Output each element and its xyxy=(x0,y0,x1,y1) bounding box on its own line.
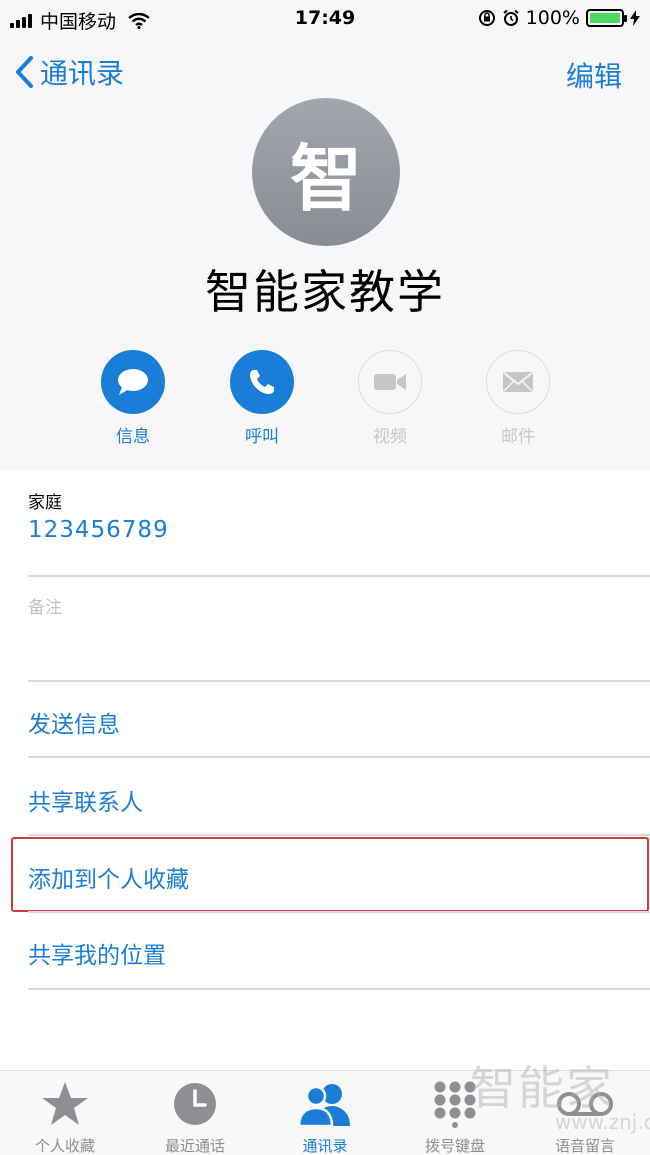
tab-keypad[interactable]: 拨号键盘 xyxy=(390,1079,520,1155)
edit-button[interactable]: 编辑 xyxy=(566,55,622,95)
back-label: 通讯录 xyxy=(40,57,125,90)
divider xyxy=(28,834,650,836)
battery-percent: 100% xyxy=(525,7,580,29)
mail-action-circle xyxy=(486,350,550,414)
send-message-option[interactable]: 发送信息 xyxy=(28,705,120,739)
avatar: 智 xyxy=(252,98,400,246)
tab-voicemail[interactable]: 语音留言 xyxy=(520,1079,650,1155)
video-action-circle xyxy=(358,350,422,414)
tab-voicemail-label: 语音留言 xyxy=(554,1137,615,1155)
phone-icon xyxy=(250,370,274,394)
call-action-circle xyxy=(230,350,294,414)
call-action-button[interactable]: 呼叫 xyxy=(229,350,295,447)
tab-contacts[interactable]: 通讯录 xyxy=(260,1079,390,1155)
message-icon xyxy=(118,369,148,395)
phone-number-link[interactable]: 123456789 xyxy=(28,517,169,543)
message-action-label: 信息 xyxy=(116,427,150,447)
contact-name: 智能家教学 xyxy=(205,265,445,319)
rotation-lock-icon xyxy=(478,10,495,26)
status-right: 100% xyxy=(478,7,640,29)
clock-icon xyxy=(174,1083,216,1125)
battery-fill xyxy=(590,13,620,23)
video-action-button[interactable]: 视频 xyxy=(357,350,423,447)
keypad-icon xyxy=(434,1081,476,1128)
battery-icon xyxy=(586,9,627,27)
call-action-label: 呼叫 xyxy=(245,427,279,447)
message-action-button[interactable]: 信息 xyxy=(100,350,166,447)
tab-favorites-label: 个人收藏 xyxy=(34,1137,95,1155)
contacts-icon xyxy=(297,1084,350,1126)
divider xyxy=(28,911,650,913)
tab-keypad-label: 拨号键盘 xyxy=(424,1137,485,1155)
charging-bolt-icon xyxy=(630,10,640,26)
mail-icon xyxy=(503,372,533,392)
share-contact-option[interactable]: 共享联系人 xyxy=(28,783,143,817)
notes-field[interactable]: 备注 xyxy=(28,593,62,618)
share-location-option[interactable]: 共享我的位置 xyxy=(28,936,166,970)
star-icon xyxy=(42,1082,88,1125)
highlight-annotation-box xyxy=(11,837,649,912)
status-bar: 中国移动 17:49 100% xyxy=(0,0,650,38)
phone-label: 家庭 xyxy=(28,493,62,513)
tab-recents[interactable]: 最近通话 xyxy=(130,1079,260,1155)
message-action-circle xyxy=(101,350,165,414)
tab-bar: 个人收藏 最近通话 通讯录 拨号键盘 语音留言 xyxy=(0,1070,650,1155)
divider xyxy=(28,575,650,577)
tab-contacts-label: 通讯录 xyxy=(302,1137,348,1155)
divider xyxy=(28,988,650,990)
tab-recents-label: 最近通话 xyxy=(164,1137,225,1155)
mail-action-button[interactable]: 邮件 xyxy=(485,350,551,447)
voicemail-icon xyxy=(557,1092,613,1116)
mail-action-label: 邮件 xyxy=(501,427,535,447)
video-icon xyxy=(374,374,406,390)
back-button[interactable]: 通讯录 xyxy=(14,52,124,92)
divider xyxy=(28,756,650,758)
divider xyxy=(28,680,650,682)
alarm-icon xyxy=(503,9,519,26)
avatar-initial: 智 xyxy=(289,136,362,221)
video-action-label: 视频 xyxy=(373,427,407,447)
tab-favorites[interactable]: 个人收藏 xyxy=(0,1079,130,1155)
chevron-left-icon xyxy=(16,56,33,88)
